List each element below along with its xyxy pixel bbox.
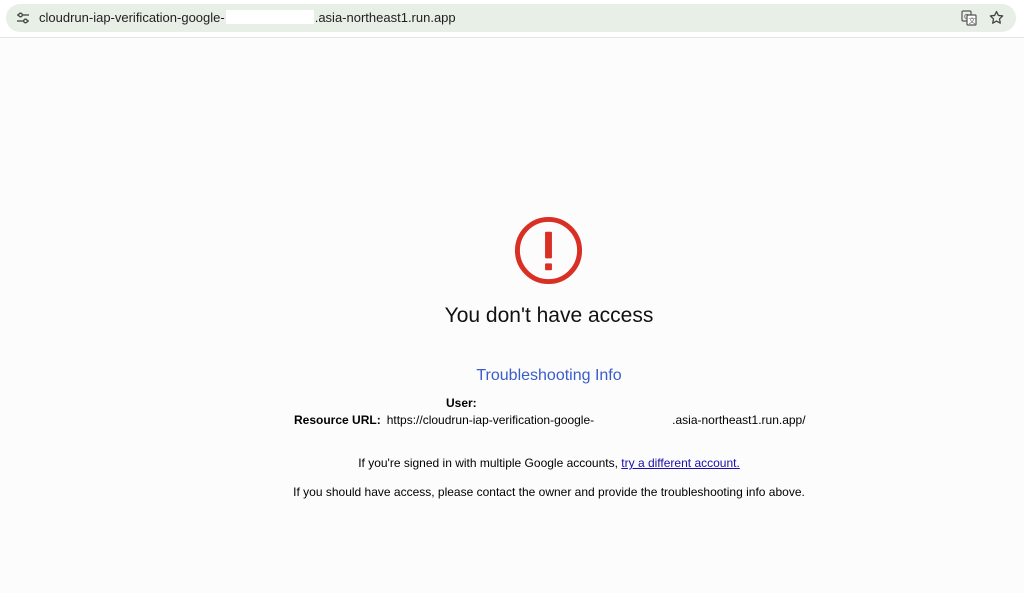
address-bar[interactable]: cloudrun-iap-verification-google- .asia-n… [6,4,1016,32]
try-different-account-link[interactable]: try a different account. [621,456,740,470]
user-row: User: [446,395,477,411]
translate-icon[interactable]: G 文 [961,10,977,26]
multi-account-message: If you're signed in with multiple Google… [0,455,1024,471]
url-suffix: .asia-northeast1.run.app [314,10,456,25]
url-text[interactable]: cloudrun-iap-verification-google- .asia-n… [39,10,456,26]
redacted-region [225,10,314,24]
tune-icon[interactable] [16,11,30,25]
browser-toolbar: cloudrun-iap-verification-google- .asia-n… [0,0,1024,38]
resource-url-prefix: https://cloudrun-iap-verification-google… [386,413,595,427]
multi-account-text: If you're signed in with multiple Google… [358,456,622,470]
svg-text:文: 文 [969,16,976,25]
url-prefix: cloudrun-iap-verification-google- [39,10,225,25]
contact-owner-message: If you should have access, please contac… [293,485,805,499]
resource-url-label: Resource URL: [294,413,381,427]
resource-url-row: Resource URL: https://cloudrun-iap-verifi… [294,412,806,428]
redacted-region [594,412,673,426]
resource-url-suffix: .asia-northeast1.run.app/ [672,413,806,427]
user-label: User: [446,396,477,410]
star-icon[interactable] [988,9,1005,26]
troubleshooting-title: Troubleshooting Info [476,367,622,384]
alert-circle-icon [514,216,583,285]
page-title: You don't have access [444,304,654,327]
